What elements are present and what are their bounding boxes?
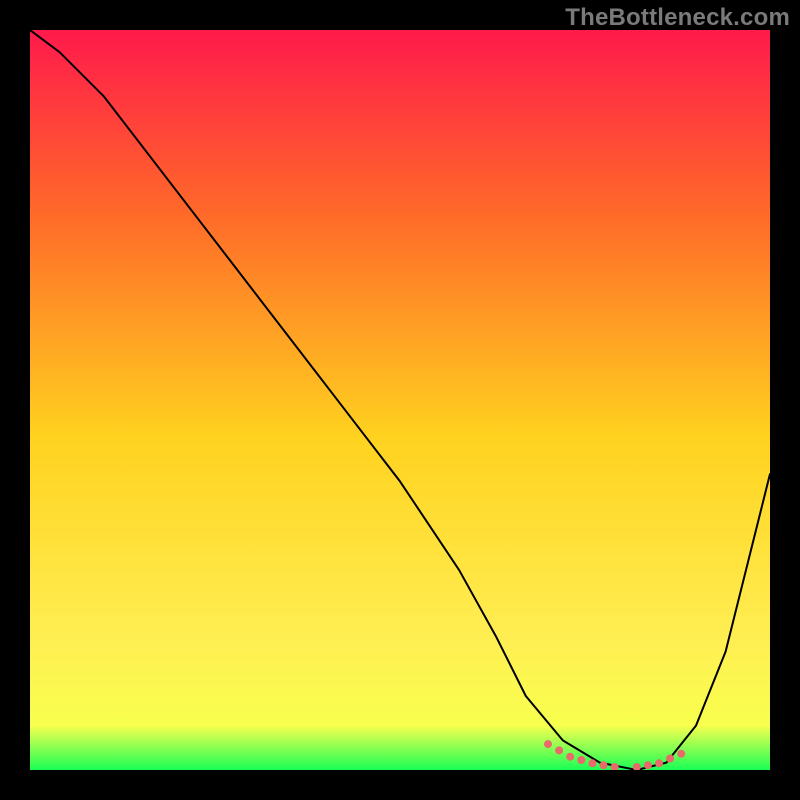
chart-svg	[30, 30, 770, 770]
watermark-label: TheBottleneck.com	[565, 4, 790, 32]
gradient-background	[30, 30, 770, 770]
plot-area	[30, 30, 770, 770]
chart-frame: TheBottleneck.com	[0, 0, 800, 800]
